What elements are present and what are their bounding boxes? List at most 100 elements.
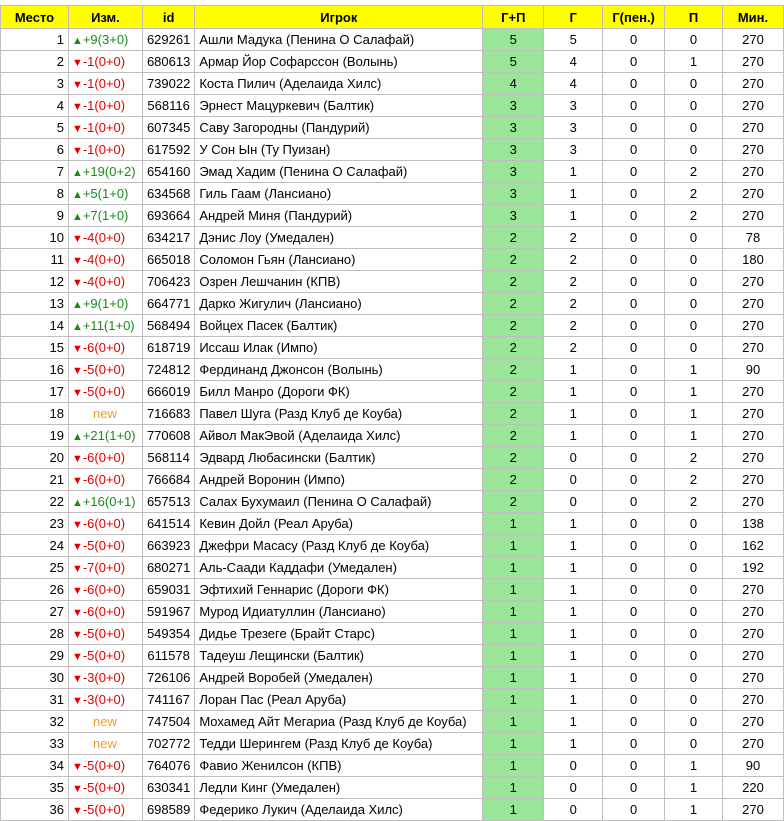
place-cell[interactable]: 11 (0, 248, 69, 271)
player-id-cell[interactable]: 665018 (141, 248, 196, 271)
place-cell[interactable]: 24 (0, 534, 69, 557)
goals-cell[interactable]: 1 (543, 710, 604, 733)
table-row[interactable]: 31 ▼-3(0+0) 741167 Лоран Пас (Реал Аруба) 1 1… (0, 688, 784, 711)
goals-cell[interactable]: 1 (543, 666, 604, 689)
player-name-cell[interactable]: Иссаш Илак (Импо) (194, 336, 484, 359)
player-id-cell[interactable]: 634217 (141, 226, 196, 249)
penalty-goals-cell[interactable]: 0 (602, 424, 666, 447)
goals-assists-cell[interactable]: 2 (482, 358, 545, 381)
player-id-cell[interactable]: 591967 (141, 600, 196, 623)
goals-cell[interactable]: 2 (543, 336, 604, 359)
place-cell[interactable]: 9 (0, 204, 69, 227)
minutes-cell[interactable]: 270 (722, 666, 784, 689)
col-header-player[interactable]: Игрок (194, 5, 484, 29)
table-row[interactable]: 36 ▼-5(0+0) 698589 Федерико Лукич (Аделаида… (0, 798, 784, 821)
goals-assists-cell[interactable]: 1 (482, 666, 545, 689)
change-cell[interactable]: ▼-3(0+0) (67, 688, 143, 711)
player-name-cell[interactable]: Джефри Масасу (Разд Клуб де Коуба) (194, 534, 484, 557)
goals-cell[interactable]: 1 (543, 402, 604, 425)
penalty-goals-cell[interactable]: 0 (602, 248, 666, 271)
assists-cell[interactable]: 0 (664, 732, 723, 755)
player-name-cell[interactable]: Тадеуш Лещински (Балтик) (194, 644, 484, 667)
table-row[interactable]: 28 ▼-5(0+0) 549354 Дидье Трезеге (Брайт Ста… (0, 622, 784, 645)
col-header-minutes[interactable]: Мин. (722, 5, 784, 29)
table-row[interactable]: 27 ▼-6(0+0) 591967 Мурод Идиатуллин (Лансиа… (0, 600, 784, 623)
place-cell[interactable]: 1 (0, 28, 69, 51)
assists-cell[interactable]: 0 (664, 644, 723, 667)
col-header-place[interactable]: Место (0, 5, 69, 29)
goals-assists-cell[interactable]: 1 (482, 776, 545, 799)
place-cell[interactable]: 34 (0, 754, 69, 777)
table-row[interactable]: 12 ▼-4(0+0) 706423 Озрен Лешчанин (КПВ) 2 2 0 0… (0, 270, 784, 293)
table-row[interactable]: 14 ▲+11(1+0) 568494 Войцех Пасек (Балтик) 2 2… (0, 314, 784, 337)
goals-cell[interactable]: 3 (543, 116, 604, 139)
table-row[interactable]: 15 ▼-6(0+0) 618719 Иссаш Илак (Импо) 2 2 0 0 270 (0, 336, 784, 359)
penalty-goals-cell[interactable]: 0 (602, 644, 666, 667)
player-id-cell[interactable]: 680271 (141, 556, 196, 579)
minutes-cell[interactable]: 270 (722, 402, 784, 425)
change-cell[interactable]: ▼-5(0+0) (67, 754, 143, 777)
goals-cell[interactable]: 1 (543, 688, 604, 711)
player-name-cell[interactable]: Дидье Трезеге (Брайт Старс) (194, 622, 484, 645)
place-cell[interactable]: 20 (0, 446, 69, 469)
minutes-cell[interactable]: 192 (722, 556, 784, 579)
penalty-goals-cell[interactable]: 0 (602, 160, 666, 183)
player-id-cell[interactable]: 641514 (141, 512, 196, 535)
player-id-cell[interactable]: 666019 (141, 380, 196, 403)
goals-cell[interactable]: 2 (543, 314, 604, 337)
minutes-cell[interactable]: 270 (722, 204, 784, 227)
penalty-goals-cell[interactable]: 0 (602, 622, 666, 645)
goals-cell[interactable]: 3 (543, 94, 604, 117)
goals-cell[interactable]: 0 (543, 776, 604, 799)
change-cell[interactable]: ▼-5(0+0) (67, 798, 143, 821)
player-name-cell[interactable]: Коста Пилич (Аделаида Хилс) (194, 72, 484, 95)
change-cell[interactable]: new (67, 402, 143, 425)
change-cell[interactable]: ▼-4(0+0) (67, 270, 143, 293)
player-name-cell[interactable]: Ледли Кинг (Умедален) (194, 776, 484, 799)
player-name-cell[interactable]: Армар Йор Софарссон (Волынь) (194, 50, 484, 73)
change-cell[interactable]: new (67, 732, 143, 755)
goals-assists-cell[interactable]: 1 (482, 732, 545, 755)
assists-cell[interactable]: 0 (664, 314, 723, 337)
player-name-cell[interactable]: Озрен Лешчанин (КПВ) (194, 270, 484, 293)
assists-cell[interactable]: 0 (664, 710, 723, 733)
minutes-cell[interactable]: 180 (722, 248, 784, 271)
table-row[interactable]: 30 ▼-3(0+0) 726106 Андрей Воробей (Умедален… (0, 666, 784, 689)
table-row[interactable]: 29 ▼-5(0+0) 611578 Тадеуш Лещински (Балтик)… (0, 644, 784, 667)
player-id-cell[interactable]: 726106 (141, 666, 196, 689)
change-cell[interactable]: ▼-5(0+0) (67, 776, 143, 799)
change-cell[interactable]: ▼-4(0+0) (67, 248, 143, 271)
goals-cell[interactable]: 1 (543, 182, 604, 205)
player-name-cell[interactable]: Андрей Миня (Пандурий) (194, 204, 484, 227)
place-cell[interactable]: 36 (0, 798, 69, 821)
place-cell[interactable]: 31 (0, 688, 69, 711)
penalty-goals-cell[interactable]: 0 (602, 138, 666, 161)
change-cell[interactable]: new (67, 710, 143, 733)
place-cell[interactable]: 7 (0, 160, 69, 183)
player-name-cell[interactable]: Салах Бухумаил (Пенина О Салафай) (194, 490, 484, 513)
goals-cell[interactable]: 1 (543, 204, 604, 227)
change-cell[interactable]: ▲+19(0+2) (67, 160, 143, 183)
change-cell[interactable]: ▼-5(0+0) (67, 358, 143, 381)
goals-cell[interactable]: 4 (543, 50, 604, 73)
player-id-cell[interactable]: 630341 (141, 776, 196, 799)
place-cell[interactable]: 15 (0, 336, 69, 359)
minutes-cell[interactable]: 270 (722, 490, 784, 513)
player-name-cell[interactable]: Аль-Саади Каддафи (Умедален) (194, 556, 484, 579)
goals-assists-cell[interactable]: 1 (482, 600, 545, 623)
goals-assists-cell[interactable]: 1 (482, 644, 545, 667)
assists-cell[interactable]: 0 (664, 292, 723, 315)
goals-assists-cell[interactable]: 1 (482, 556, 545, 579)
assists-cell[interactable]: 1 (664, 402, 723, 425)
player-id-cell[interactable]: 706423 (141, 270, 196, 293)
assists-cell[interactable]: 0 (664, 534, 723, 557)
place-cell[interactable]: 5 (0, 116, 69, 139)
minutes-cell[interactable]: 270 (722, 578, 784, 601)
goals-cell[interactable]: 1 (543, 424, 604, 447)
player-name-cell[interactable]: Ашли Мадука (Пенина О Салафай) (194, 28, 484, 51)
goals-assists-cell[interactable]: 2 (482, 270, 545, 293)
player-id-cell[interactable]: 654160 (141, 160, 196, 183)
penalty-goals-cell[interactable]: 0 (602, 380, 666, 403)
goals-assists-cell[interactable]: 3 (482, 138, 545, 161)
goals-assists-cell[interactable]: 1 (482, 578, 545, 601)
